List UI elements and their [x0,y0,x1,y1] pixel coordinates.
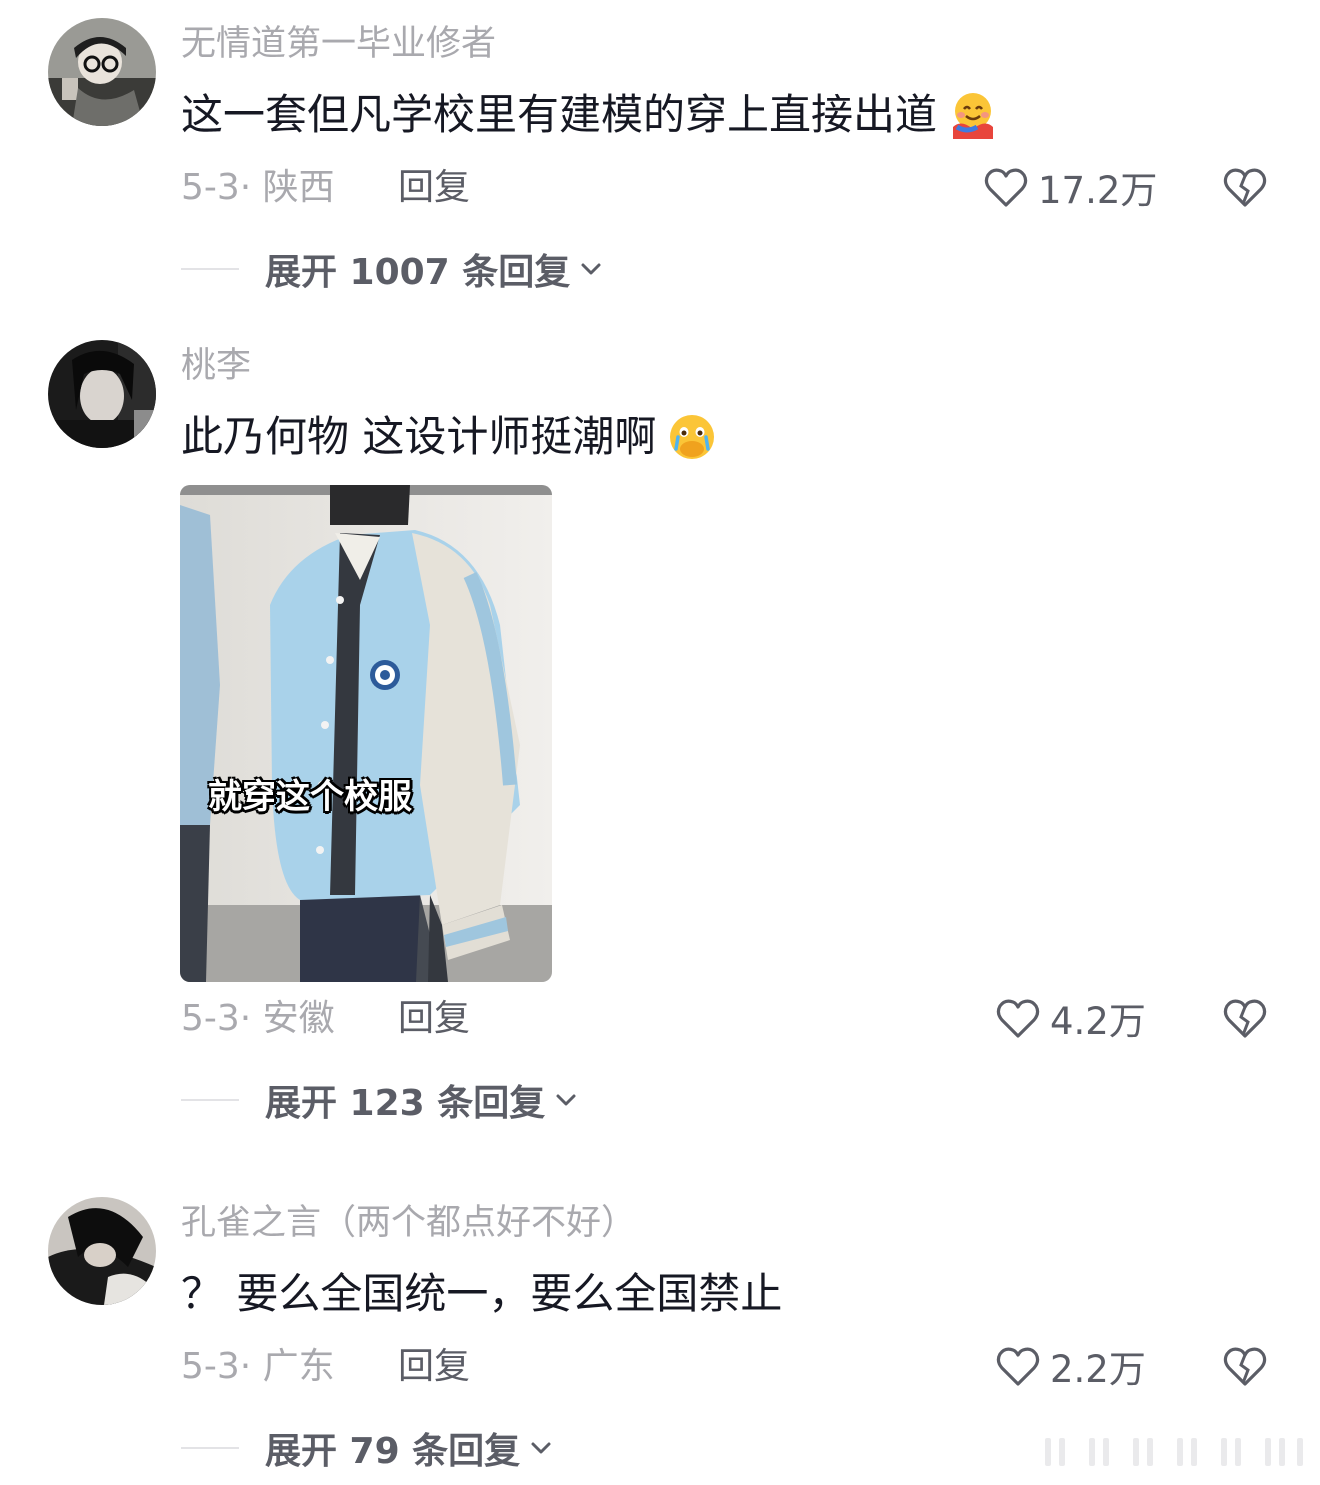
divider [181,1447,239,1449]
broken-heart-icon[interactable] [1220,162,1270,212]
chevron-down-icon [531,1442,551,1454]
avatar[interactable] [48,340,156,448]
comment-text: 此乃何物 这设计师挺潮啊 [181,410,718,464]
watermark-logo [1045,1438,1303,1466]
chevron-down-icon [581,263,601,275]
reply-button[interactable]: 回复 [398,997,470,1041]
username[interactable]: 孔雀之言（两个都点好不好） [181,1201,636,1245]
expand-replies-button[interactable]: 展开 123 条回复 [181,1077,579,1124]
comment-date-location: 5-3· 安徽 [181,998,335,1039]
image-caption: 就穿这个校服 [208,777,412,817]
expand-replies-button[interactable]: 展开 1007 条回复 [181,246,604,293]
comment-text-content: 这一套但凡学校里有建模的穿上直接出道 [181,90,938,139]
like-count: 4.2万 [1050,1000,1146,1043]
crying-covering-mouth-emoji-icon [670,415,715,459]
divider [181,1099,239,1101]
avatar[interactable] [48,1197,156,1305]
comment-text: ？ 要么全国统一，要么全国禁止 [181,1267,782,1321]
comment-text: 这一套但凡学校里有建模的穿上直接出道 [181,88,999,142]
heart-outline-icon [996,999,1040,1038]
like-count: 17.2万 [1038,169,1158,212]
comment-date-location: 5-3· 广东 [181,1346,335,1387]
avatar[interactable] [48,18,156,126]
like-button[interactable]: 2.2万 [994,1341,1146,1391]
comment-date-location: 5-3· 陕西 [181,167,335,208]
divider [181,268,239,270]
like-button[interactable]: 4.2万 [994,993,1146,1043]
heart-outline-icon [984,168,1028,207]
comment-text-content: 此乃何物 这设计师挺潮啊 [181,412,657,461]
chevron-down-icon [556,1094,576,1106]
like-button[interactable]: 17.2万 [982,162,1157,212]
like-count: 2.2万 [1050,1348,1146,1391]
expand-replies-label: 展开 79 条回复 [265,1431,521,1472]
hugging-face-emoji-icon [953,93,994,139]
username[interactable]: 无情道第一毕业修者 [181,22,496,66]
broken-heart-icon[interactable] [1220,1341,1270,1391]
comment-text-content: ？ 要么全国统一，要么全国禁止 [181,1269,783,1318]
expand-replies-label: 展开 123 条回复 [265,1083,546,1124]
reply-button[interactable]: 回复 [398,166,470,210]
comment-image[interactable]: 就穿这个校服 [180,485,552,982]
expand-replies-button[interactable]: 展开 79 条回复 [181,1425,554,1472]
expand-replies-label: 展开 1007 条回复 [265,252,571,293]
broken-heart-icon[interactable] [1220,993,1270,1043]
reply-button[interactable]: 回复 [398,1345,470,1389]
heart-outline-icon [996,1347,1040,1386]
username[interactable]: 桃李 [181,344,251,388]
